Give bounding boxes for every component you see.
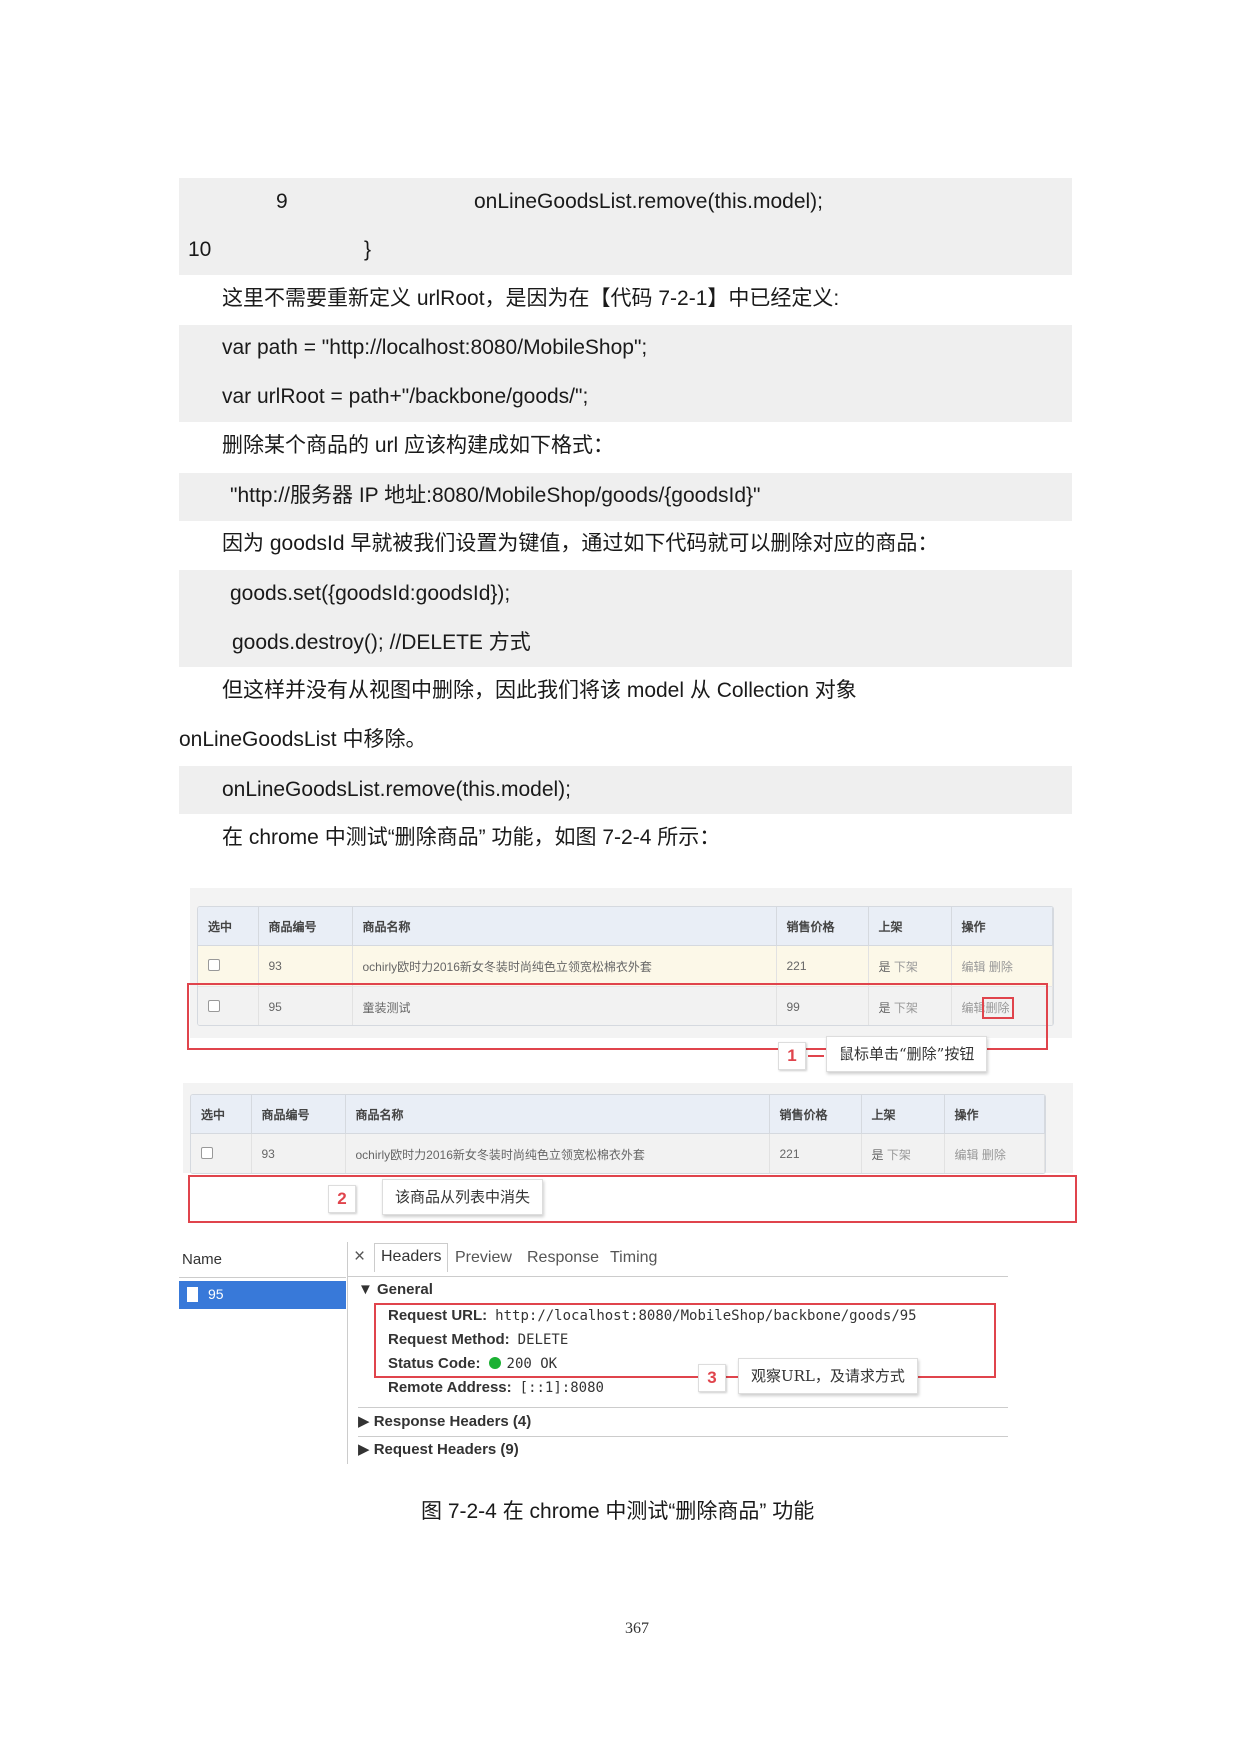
row-checkbox[interactable] [201,1146,213,1159]
tab-headers[interactable]: Headers [374,1243,449,1272]
goods-id: 93 [258,945,353,987]
shelf-on: 是 [878,959,891,974]
actions-cell: 编辑 删除 [944,1133,1045,1173]
select-cell [198,945,259,987]
code-line: onLineGoodsList.remove(this.model); [474,190,824,213]
table-row: 93 ochirly欧时力2016新女冬装时尚纯色立领宽松棉衣外套 221 是 … [198,945,1053,987]
close-icon[interactable]: × [354,1246,365,1268]
select-cell [191,1133,252,1173]
document-page: 9 onLineGoodsList.remove(this.model); 10… [0,0,1240,1754]
shelf-cell: 是 下架 [861,1133,945,1173]
page-number: 367 [625,1620,649,1637]
name-column-header: Name [182,1251,223,1268]
code-line: goods.destroy(); //DELETE 方式 [232,631,531,654]
goods-price: 221 [769,1133,862,1173]
paragraph: 删除某个商品的 url 应该构建成如下格式： [222,434,615,457]
col-header-name: 商品名称 [345,1095,770,1134]
shelf-cell: 是 下架 [868,945,952,987]
col-header-id: 商品编号 [251,1095,346,1134]
goods-table-grid: 选中 商品编号 商品名称 销售价格 上架 操作 93 ochirly欧时力201… [191,1095,1045,1173]
figure-caption: 图 7-2-4 在 chrome 中测试“删除商品” 功能 [421,1500,815,1523]
tab-response[interactable]: Response [527,1249,599,1267]
delete-link[interactable]: 删除 [989,960,1013,974]
edit-link[interactable]: 编辑 [962,960,986,974]
shelf-off-link[interactable]: 下架 [887,1148,911,1162]
col-header-actions: 操作 [944,1095,1045,1134]
row-checkbox[interactable] [208,958,220,971]
paragraph: 这里不需要重新定义 urlRoot，是因为在【代码 7-2-1】中已经定义: [222,287,840,310]
code-line: var path = "http://localhost:8080/Mobile… [222,336,648,359]
request-list-item[interactable]: 95 [179,1281,346,1309]
code-line: var urlRoot = path+"/backbone/goods/"; [222,385,589,408]
divider [358,1407,1008,1408]
tab-bar-divider [348,1276,1008,1277]
remote-address-value: [::1]:8080 [519,1380,604,1396]
callout-number: 3 [698,1364,726,1392]
highlight-box [188,1175,1077,1223]
actions-cell: 编辑 删除 [951,945,1053,987]
callout-label: 该商品从列表中消失 [382,1179,544,1215]
callout-label: 鼠标单击“删除”按钮 [826,1036,988,1072]
col-header-shelf: 上架 [861,1095,945,1134]
shelf-off-link[interactable]: 下架 [894,960,918,974]
paragraph: 因为 goodsId 早就被我们设置为键值，通过如下代码就可以删除对应的商品： [222,532,939,555]
col-header-shelf: 上架 [868,907,952,946]
table-row: 93 ochirly欧时力2016新女冬装时尚纯色立领宽松棉衣外套 221 是 … [191,1133,1045,1173]
goods-name: ochirly欧时力2016新女冬装时尚纯色立领宽松棉衣外套 [345,1133,770,1173]
paragraph: 在 chrome 中测试“删除商品” 功能，如图 7-2-4 所示： [222,826,721,849]
code-line: } [364,238,372,261]
paragraph: 但这样并没有从视图中删除，因此我们将该 model 从 Collection 对… [222,679,857,702]
goods-name: ochirly欧时力2016新女冬装时尚纯色立领宽松棉衣外套 [352,945,777,987]
shelf-on: 是 [871,1147,884,1162]
code-line-number: 10 [188,238,212,261]
code-line-number: 9 [276,190,288,213]
divider [179,1277,346,1278]
tab-timing[interactable]: Timing [610,1249,657,1267]
code-line: "http://服务器 IP 地址:8080/MobileShop/goods/… [230,484,761,507]
callout-number: 2 [328,1185,356,1213]
col-header-id: 商品编号 [258,907,353,946]
delete-link[interactable]: 删除 [982,1148,1006,1162]
remote-address-row: Remote Address: [::1]:8080 [388,1379,604,1396]
request-name: 95 [208,1286,224,1302]
goods-table: 选中 商品编号 商品名称 销售价格 上架 操作 93 ochirly欧时力201… [190,1094,1046,1174]
edit-link[interactable]: 编辑 [955,1148,979,1162]
request-headers-toggle[interactable]: ▶ Request Headers (9) [358,1440,519,1458]
tab-preview[interactable]: Preview [455,1249,512,1267]
col-header-select: 选中 [198,907,259,946]
callout-connector [808,1055,824,1057]
goods-id: 93 [251,1133,346,1173]
code-line: onLineGoodsList.remove(this.model); [222,778,572,801]
general-section-toggle[interactable]: ▼ General [358,1281,433,1298]
col-header-select: 选中 [191,1095,252,1134]
col-header-actions: 操作 [951,907,1053,946]
callout-label: 观察URL，及请求方式 [738,1358,918,1394]
response-headers-toggle[interactable]: ▶ Response Headers (4) [358,1412,531,1430]
divider [358,1436,1008,1437]
paragraph: onLineGoodsList 中移除。 [179,728,427,751]
col-header-name: 商品名称 [352,907,777,946]
document-icon [187,1287,198,1302]
callout-number: 1 [778,1042,806,1070]
remote-address-label: Remote Address: [388,1379,512,1396]
col-header-price: 销售价格 [769,1095,862,1134]
goods-price: 221 [776,945,869,987]
code-line: goods.set({goodsId:goodsId}); [230,582,511,605]
col-header-price: 销售价格 [776,907,869,946]
